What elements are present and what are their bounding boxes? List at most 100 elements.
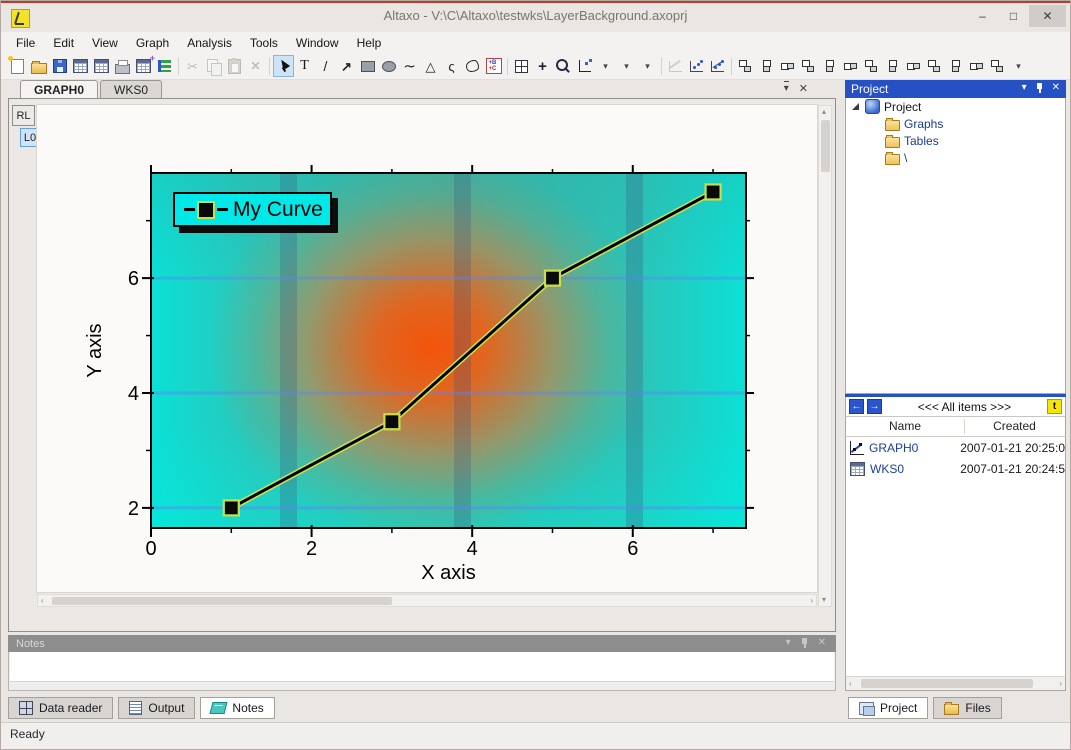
horizontal-scroll-thumb[interactable] — [52, 597, 392, 605]
notes-panel-header[interactable]: Notes ▾ ✕ — [8, 635, 836, 652]
close-button[interactable]: ✕ — [1029, 5, 1066, 27]
distribute-rows-button[interactable] — [966, 55, 987, 77]
paste-button[interactable] — [224, 55, 245, 77]
legend[interactable]: My Curve — [173, 192, 332, 227]
new-document-button[interactable] — [7, 55, 28, 77]
copy-button[interactable] — [203, 55, 224, 77]
align-vertical-button[interactable] — [798, 55, 819, 77]
size-to-width-button[interactable] — [903, 55, 924, 77]
scatter-plot-button[interactable] — [686, 55, 707, 77]
triangle-tool-button[interactable]: △ — [420, 55, 441, 77]
toolbar-overflow-button[interactable]: ▾ — [1008, 55, 1029, 77]
curve-tool-button[interactable]: ∼ — [399, 55, 420, 77]
new-table-button[interactable] — [133, 54, 155, 77]
scroll-up-icon[interactable]: ▴ — [822, 108, 826, 116]
root-layer-button[interactable]: RL — [12, 105, 35, 126]
close-document-icon[interactable]: ✕ — [799, 82, 808, 95]
column-header-name[interactable]: Name — [846, 419, 964, 433]
rectangle-tool-button[interactable] — [357, 55, 378, 77]
function-plot-button[interactable] — [665, 55, 686, 77]
move-forward-button[interactable] — [861, 55, 882, 77]
project-pin-icon[interactable] — [1035, 82, 1044, 93]
tree-item-tables[interactable]: Tables — [846, 132, 1065, 149]
save-button[interactable] — [49, 55, 70, 77]
size-to-height-button[interactable] — [924, 55, 945, 77]
pointer-button[interactable] — [273, 55, 294, 77]
open-file-button[interactable] — [28, 55, 49, 77]
zoom-region-button[interactable] — [511, 55, 532, 77]
menu-analysis[interactable]: Analysis — [178, 34, 241, 52]
item-row-wks0[interactable]: WKS0 2007-01-21 20:24:5 — [846, 458, 1065, 479]
arrange-windows-button[interactable] — [154, 55, 175, 77]
notes-dropdown-icon[interactable]: ▾ — [786, 637, 791, 648]
scroll-right-icon[interactable]: › — [1059, 680, 1062, 688]
delete-button[interactable]: ✕ — [245, 55, 266, 77]
panel-tab-files[interactable]: Files — [933, 697, 1002, 719]
closed-curve-tool-button[interactable] — [462, 55, 483, 77]
notes-close-icon[interactable]: ✕ — [818, 637, 826, 648]
arrange-grid-button[interactable] — [987, 55, 1008, 77]
text-tool-button[interactable]: T — [294, 55, 315, 77]
dropdown-arrow-button[interactable]: ▾ — [637, 55, 658, 77]
document-tab-wks0[interactable]: WKS0 — [100, 80, 163, 99]
tree-item-project[interactable]: Project — [846, 98, 1065, 115]
label-tool-button[interactable] — [483, 55, 504, 77]
project-panel-header[interactable]: Project ▾ ✕ — [845, 80, 1066, 98]
scroll-right-icon[interactable]: › — [810, 597, 813, 605]
vertical-scrollbar[interactable]: ▴ ▾ — [818, 105, 832, 607]
align-horizontal-button[interactable] — [777, 55, 798, 77]
items-horizontal-scrollbar[interactable]: ‹ › — [845, 676, 1066, 691]
series-line[interactable] — [230, 190, 714, 510]
data-point-marker[interactable] — [543, 269, 562, 287]
scroll-down-icon[interactable]: ▾ — [822, 596, 826, 604]
nav-forward-button[interactable]: → — [867, 399, 882, 414]
notes-pin-icon[interactable] — [800, 637, 809, 648]
axes-pointer-button[interactable] — [574, 55, 595, 77]
column-header-created[interactable]: Created — [964, 419, 1065, 433]
dropdown-arrow-button[interactable]: ▾ — [616, 55, 637, 77]
move-plot-button[interactable]: + — [532, 55, 553, 77]
tree-item-graphs[interactable]: Graphs — [846, 115, 1065, 132]
tree-expander-icon[interactable] — [852, 103, 859, 110]
open-curve-tool-button[interactable]: ς — [441, 55, 462, 77]
line-scatter-plot-button[interactable] — [707, 55, 728, 77]
menu-view[interactable]: View — [83, 34, 127, 52]
horizontal-scrollbar[interactable]: ‹ › — [37, 594, 817, 607]
align-top-button[interactable] — [735, 55, 756, 77]
project-dropdown-icon[interactable]: ▾ — [1022, 82, 1027, 93]
scroll-left-icon[interactable]: ‹ — [41, 597, 44, 605]
graph-page[interactable]: 0246246X axis Y axis My Curve — [37, 105, 817, 592]
tab-list-dropdown-icon[interactable]: ▾ — [783, 80, 789, 94]
ellipse-tool-button[interactable] — [378, 55, 399, 77]
menu-edit[interactable]: Edit — [44, 34, 83, 52]
menu-file[interactable]: File — [7, 34, 44, 52]
data-point-marker[interactable] — [222, 499, 240, 517]
scroll-left-icon[interactable]: ‹ — [849, 680, 852, 688]
menu-window[interactable]: Window — [287, 34, 348, 52]
menu-tools[interactable]: Tools — [241, 34, 287, 52]
minimize-button[interactable]: – — [967, 5, 998, 27]
menu-graph[interactable]: Graph — [127, 34, 178, 52]
items-scroll-thumb[interactable] — [861, 679, 1033, 688]
item-view-toggle-button[interactable]: t — [1047, 399, 1062, 414]
move-backward-button[interactable] — [882, 55, 903, 77]
align-right-button[interactable] — [840, 55, 861, 77]
tree-item-[interactable]: \ — [846, 149, 1065, 166]
menu-help[interactable]: Help — [348, 34, 391, 52]
document-tab-graph0[interactable]: GRAPH0 — [20, 80, 99, 99]
tab-data-reader[interactable]: Data reader — [8, 697, 114, 719]
magnifier-button[interactable] — [553, 55, 574, 77]
tab-output[interactable]: Output — [118, 697, 196, 719]
maximize-button[interactable]: □ — [998, 5, 1029, 27]
titlebar[interactable]: Altaxo - V:\C\Altaxo\testwks\LayerBackgr… — [0, 3, 1071, 32]
new-worksheet-button[interactable] — [70, 55, 91, 77]
nav-back-button[interactable]: ← — [849, 399, 864, 414]
print-button[interactable] — [112, 55, 133, 77]
open-worksheet-button[interactable] — [91, 55, 112, 77]
arrow-tool-button[interactable]: ↗ — [336, 55, 357, 77]
project-close-icon[interactable]: ✕ — [1052, 82, 1060, 93]
vertical-scroll-thumb[interactable] — [821, 120, 830, 172]
data-point-marker[interactable] — [383, 413, 401, 431]
cut-button[interactable]: ✂ — [182, 55, 203, 77]
tab-notes[interactable]: Notes — [200, 697, 275, 719]
